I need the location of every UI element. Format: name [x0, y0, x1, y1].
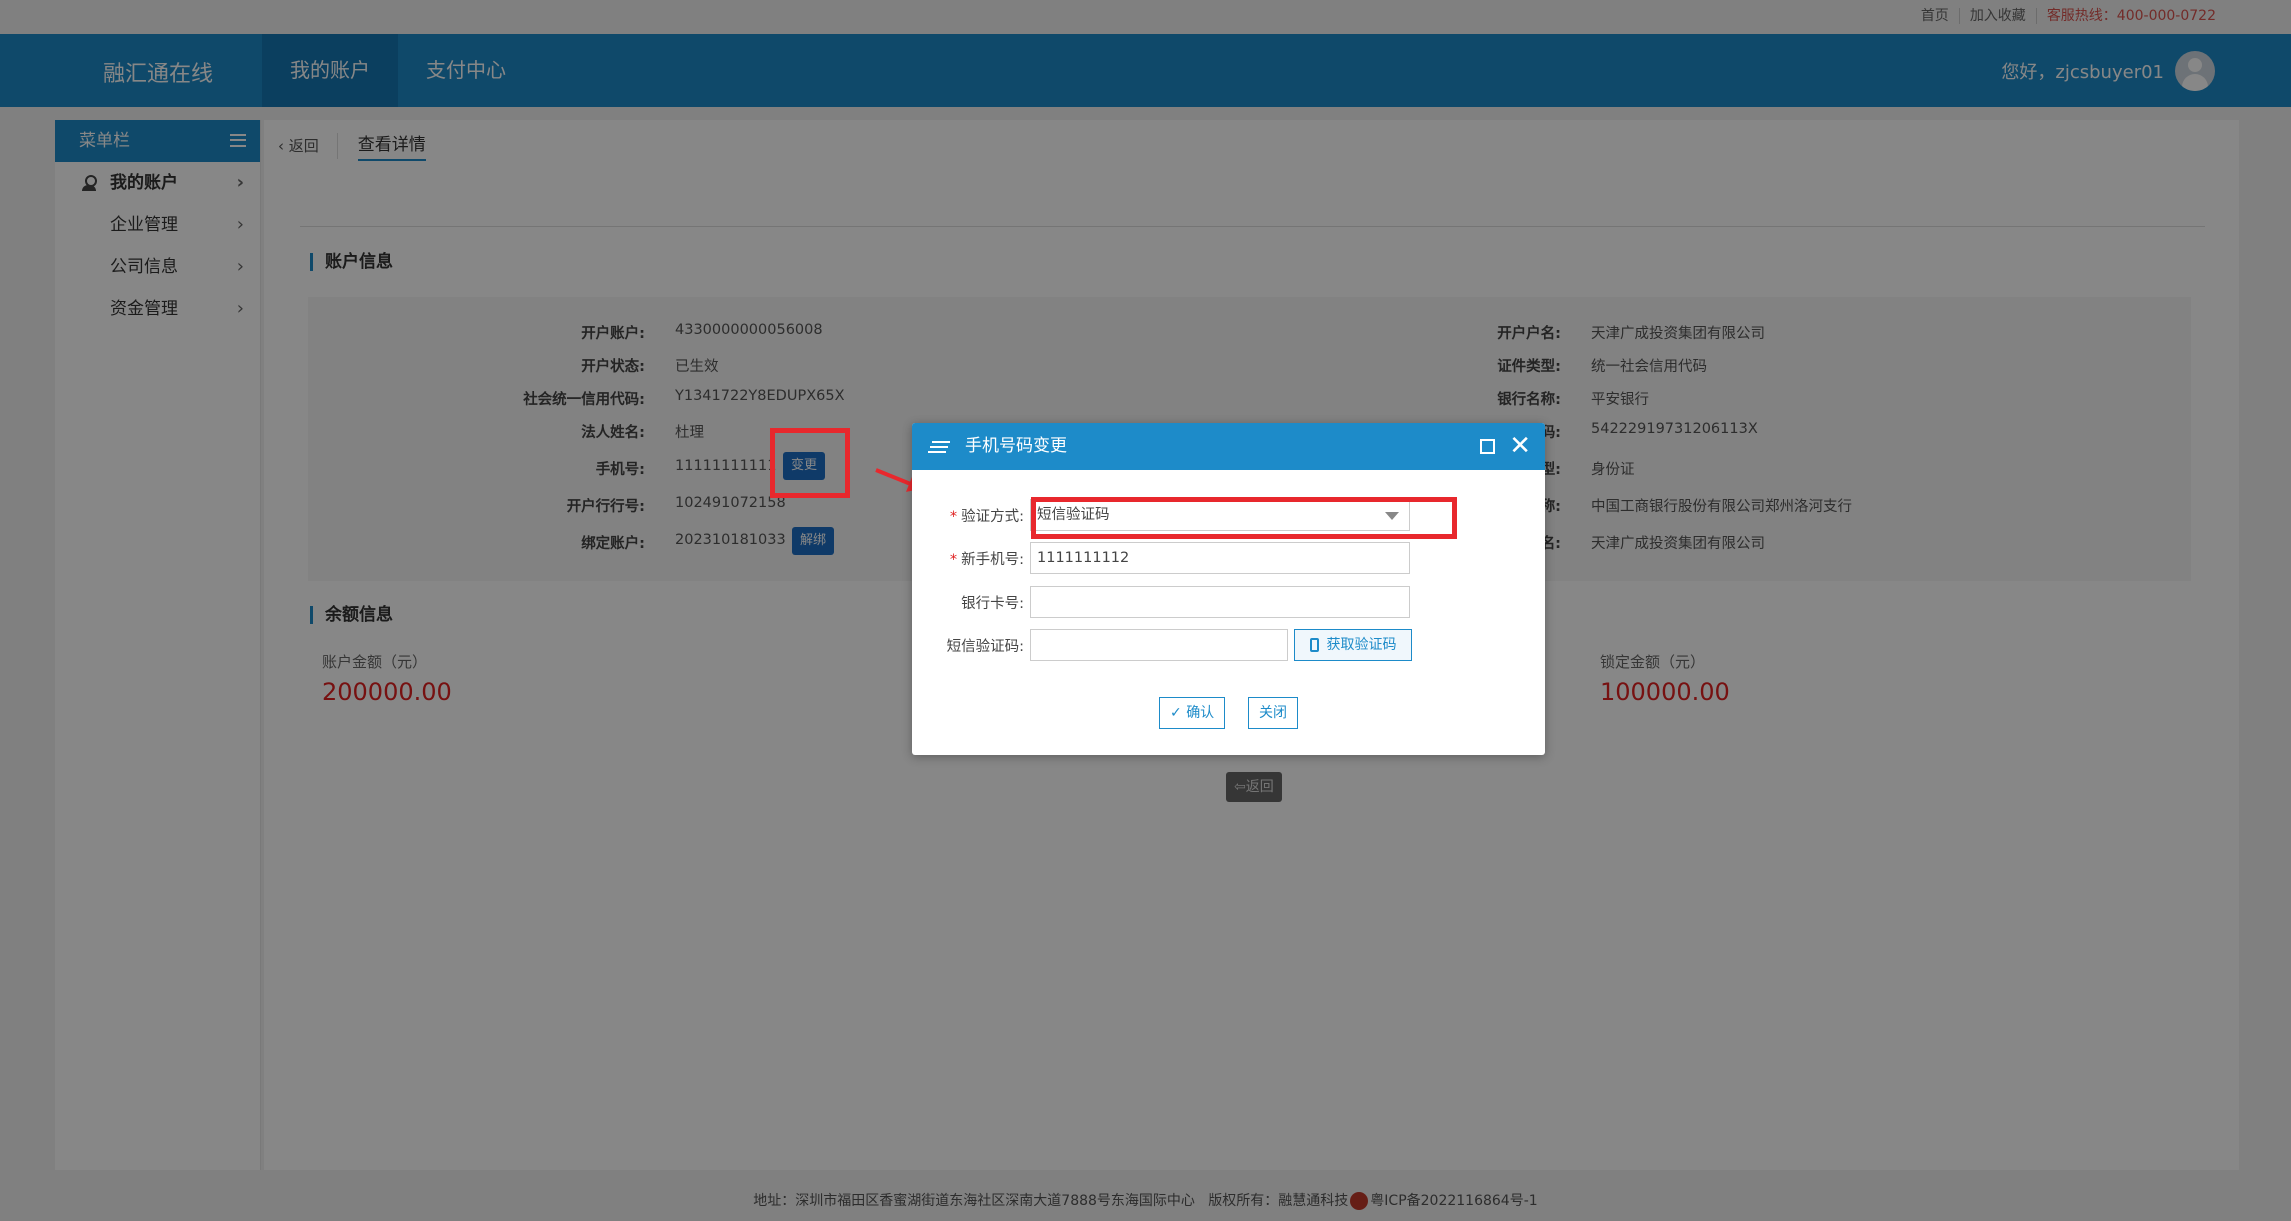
bank-card-input[interactable] — [1030, 586, 1410, 618]
dialog-header: 手机号码变更 ✕ — [912, 423, 1545, 470]
form-row-new-phone: * 新手机号: 1111111112 — [912, 542, 1410, 574]
phone-change-dialog: 手机号码变更 ✕ * 验证方式: 短信验证码 * 新手机号: 1111111112 … — [912, 423, 1545, 755]
dialog-title-icon — [928, 441, 950, 453]
close-button[interactable]: 关闭 — [1248, 697, 1298, 729]
get-code-button[interactable]: 获取验证码 — [1294, 629, 1412, 661]
confirm-button[interactable]: ✓ 确认 — [1159, 697, 1226, 729]
confirm-label: 确认 — [1186, 705, 1215, 721]
maximize-icon[interactable] — [1480, 439, 1495, 454]
new-phone-input[interactable]: 1111111112 — [1030, 542, 1410, 574]
sms-code-label: 短信验证码: — [946, 638, 1024, 655]
bank-card-label: 银行卡号: — [961, 595, 1024, 612]
highlight-verify-select — [1031, 497, 1457, 539]
verify-method-label: 验证方式: — [961, 508, 1024, 525]
form-row-sms: 短信验证码: 获取验证码 — [912, 629, 1412, 661]
new-phone-label: 新手机号: — [961, 551, 1024, 568]
phone-icon — [1309, 638, 1319, 652]
highlight-change-button — [770, 428, 850, 498]
dialog-title: 手机号码变更 — [965, 436, 1067, 456]
close-icon[interactable]: ✕ — [1509, 433, 1531, 459]
required-mark: * — [949, 551, 958, 568]
form-row-bank-card: 银行卡号: — [912, 586, 1410, 618]
get-code-label: 获取验证码 — [1326, 637, 1397, 653]
sms-code-input[interactable] — [1030, 629, 1288, 661]
required-mark: * — [949, 508, 958, 525]
